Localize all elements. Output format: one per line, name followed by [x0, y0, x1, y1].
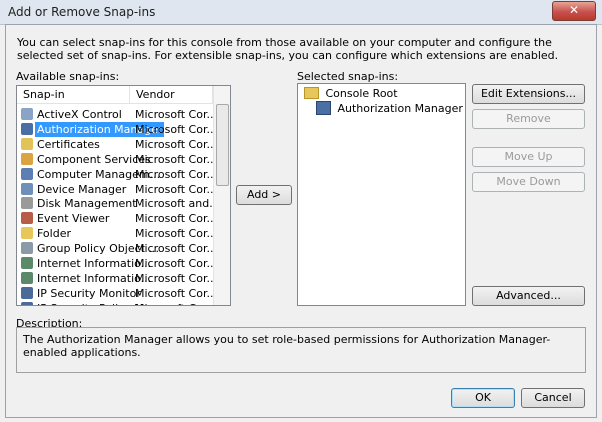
selected-snapins-tree[interactable]: Console Root Authorization Manager: [297, 83, 466, 306]
snapin-row[interactable]: Event Viewer Microsoft Cor...: [17, 211, 217, 226]
computer-management-icon: [21, 167, 33, 180]
move-up-button[interactable]: Move Up: [472, 147, 585, 167]
description-text: The Authorization Manager allows you to …: [16, 327, 586, 373]
add-button[interactable]: Add >: [236, 185, 292, 205]
snapin-row[interactable]: Authorization Manager Microsoft Cor...: [17, 121, 217, 137]
advanced-button[interactable]: Advanced...: [472, 286, 585, 306]
device-manager-icon: [21, 182, 33, 195]
snapin-name: Disk Management: [37, 197, 137, 211]
snapin-vendor: Microsoft Cor...: [135, 227, 217, 241]
snapin-name: Certificates: [37, 137, 100, 151]
snapin-name: IP Security Monitor: [37, 286, 141, 300]
ip-security-monitor-icon: [21, 286, 33, 299]
snapin-name: Event Viewer: [37, 212, 110, 226]
snapin-vendor: Microsoft Cor...: [135, 242, 217, 256]
cancel-button[interactable]: Cancel: [521, 388, 585, 408]
snapin-row[interactable]: Disk Management Microsoft and...: [17, 196, 220, 211]
available-list-scrollbar[interactable]: [213, 86, 230, 305]
event-viewer-icon: [21, 212, 33, 225]
snapin-row[interactable]: Internet Informatio... Microsoft Cor...: [17, 256, 217, 271]
snapin-vendor: Microsoft Cor...: [135, 212, 217, 226]
snapin-vendor: Microsoft Cor...: [135, 122, 217, 136]
scrollbar-thumb[interactable]: [216, 104, 229, 186]
folder-icon: [21, 227, 33, 240]
disk-management-icon: [21, 197, 33, 210]
authorization-manager-icon: [316, 101, 331, 115]
tree-node-console-root[interactable]: Console Root: [304, 86, 398, 100]
snapin-vendor: Microsoft Cor...: [135, 182, 217, 196]
component-services-icon: [21, 152, 33, 165]
snapin-row[interactable]: Group Policy Object ... Microsoft Cor...: [17, 241, 217, 256]
edit-extensions-button[interactable]: Edit Extensions...: [472, 84, 585, 104]
snapin-row[interactable]: Component Services Microsoft Cor...: [17, 152, 217, 167]
snapin-name: ActiveX Control: [37, 108, 122, 121]
snapin-row[interactable]: Internet Informatio... Microsoft Cor...: [17, 271, 217, 286]
column-header-vendor[interactable]: Vendor: [130, 86, 213, 104]
snapin-vendor: Microsoft Cor...: [135, 271, 217, 285]
ok-button[interactable]: OK: [451, 388, 515, 408]
tree-node-label: Console Root: [325, 86, 398, 100]
remove-button[interactable]: Remove: [472, 109, 585, 129]
column-header-snapin[interactable]: Snap-in: [17, 86, 130, 104]
intro-text: You can select snap-ins for this console…: [17, 36, 559, 62]
snapin-vendor: Microsoft Cor...: [135, 167, 217, 181]
snapin-vendor: Microsoft Cor...: [135, 108, 217, 121]
snapin-row[interactable]: Computer Managem... Microsoft Cor...: [17, 167, 217, 182]
close-button[interactable]: ✕: [552, 1, 596, 21]
selected-snapins-label: Selected snap-ins:: [297, 70, 399, 83]
folder-icon: [304, 87, 319, 99]
snapin-row[interactable]: IP Security Policy M...Microsoft Cor...: [17, 301, 217, 305]
snapin-vendor: Microsoft Cor...: [135, 286, 217, 300]
iis-icon: [21, 257, 33, 269]
snapin-vendor: Microsoft Cor...: [135, 137, 217, 151]
snapin-vendor: Microsoft Cor...: [135, 301, 217, 305]
title-bar: Add or Remove Snap-ins ✕: [0, 0, 602, 25]
snapin-row[interactable]: ActiveX Control Microsoft Cor...: [17, 107, 217, 122]
group-policy-icon: [21, 242, 33, 255]
certificates-icon: [21, 137, 33, 150]
tree-node-authorization-manager[interactable]: Authorization Manager: [316, 101, 463, 115]
snapin-vendor: Microsoft Cor...: [135, 257, 217, 270]
available-snapins-list[interactable]: Snap-in Vendor ActiveX Control Microsoft …: [16, 85, 231, 306]
authorization-manager-icon: [21, 122, 33, 135]
snapin-vendor: Microsoft and...: [135, 197, 220, 211]
snapin-row[interactable]: Device Manager Microsoft Cor...: [17, 182, 217, 197]
move-down-button[interactable]: Move Down: [472, 172, 585, 192]
snapin-vendor: Microsoft Cor...: [135, 152, 217, 166]
snapin-row[interactable]: Folder Microsoft Cor...: [17, 226, 217, 241]
available-snapins-label: Available snap-ins:: [16, 70, 120, 83]
window-title: Add or Remove Snap-ins: [8, 5, 156, 19]
ip-security-policy-icon: [21, 301, 33, 305]
activex-icon: [21, 108, 33, 120]
snapin-row[interactable]: IP Security Monitor Microsoft Cor...: [17, 286, 217, 301]
tree-node-label: Authorization Manager: [337, 101, 463, 115]
snapin-row[interactable]: Certificates Microsoft Cor...: [17, 137, 217, 152]
snapin-name: Component Services: [37, 152, 151, 166]
snapin-name: Folder: [37, 227, 71, 241]
snapin-name: Device Manager: [37, 182, 127, 196]
iis-icon: [21, 271, 33, 284]
